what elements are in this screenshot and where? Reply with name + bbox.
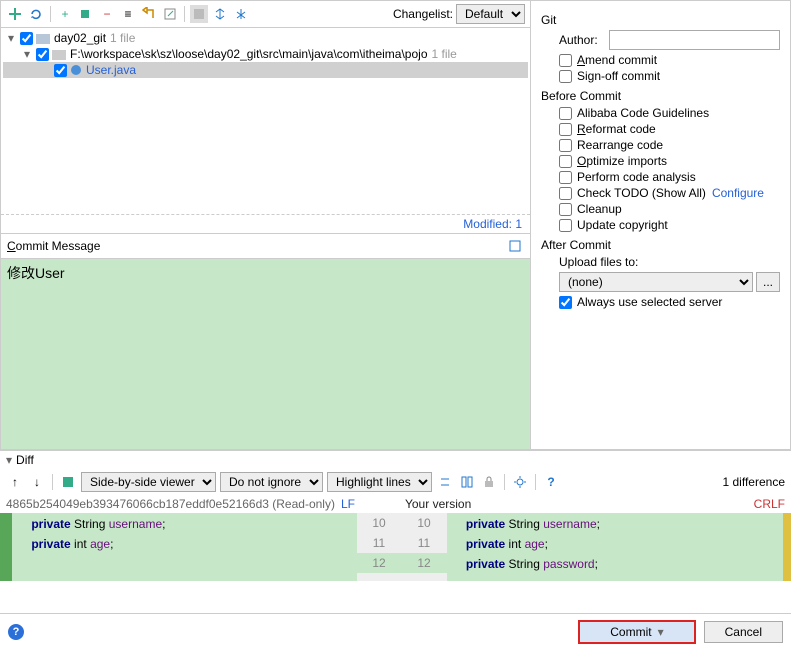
collapse-unchanged-icon[interactable]: [436, 473, 454, 491]
diff-icon[interactable]: [161, 5, 179, 23]
right-marker: [783, 513, 791, 581]
tree-root[interactable]: ▾ day02_git 1 file: [3, 30, 528, 46]
create-icon[interactable]: [6, 5, 24, 23]
always-server-checkbox[interactable]: [559, 296, 572, 309]
configure-link[interactable]: Configure: [712, 186, 764, 200]
diff-count: 1 difference: [723, 475, 786, 489]
ignore-select[interactable]: Do not ignore: [220, 472, 323, 492]
lf-badge: LF: [341, 497, 355, 511]
author-field[interactable]: [609, 30, 780, 50]
revert-icon[interactable]: [77, 5, 95, 23]
after-commit-section: After Commit: [541, 238, 780, 252]
history-icon[interactable]: [506, 237, 524, 255]
refresh-icon[interactable]: [27, 5, 45, 23]
left-gutter: 101112: [357, 513, 402, 581]
cleanup-checkbox[interactable]: [559, 203, 572, 216]
jump-source-icon[interactable]: [59, 473, 77, 491]
left-code-pane[interactable]: private String username; private int age…: [12, 513, 357, 581]
remove-icon[interactable]: −: [98, 5, 116, 23]
file-tree[interactable]: ▾ day02_git 1 file ▾ F:\workspace\sk\sz\…: [1, 28, 530, 214]
diff-label: Diff: [16, 453, 34, 467]
context-help-icon[interactable]: ?: [8, 624, 24, 640]
signoff-checkbox[interactable]: [559, 70, 572, 83]
upload-select[interactable]: (none): [559, 272, 753, 292]
commit-message-input[interactable]: 修改User: [1, 259, 530, 449]
tree-file[interactable]: User.java: [3, 62, 528, 78]
tree-checkbox[interactable]: [20, 32, 33, 45]
cancel-button[interactable]: Cancel: [704, 621, 783, 643]
right-gutter: 101112: [402, 513, 447, 581]
commit-message-label: Commit Message: [7, 239, 100, 253]
changelist-label: Changelist:: [393, 7, 453, 21]
move-icon[interactable]: ≡: [119, 5, 137, 23]
reformat-checkbox[interactable]: [559, 123, 572, 136]
amend-checkbox[interactable]: [559, 54, 572, 67]
group-icon[interactable]: [190, 5, 208, 23]
git-section: Git: [541, 13, 780, 27]
commit-button[interactable]: Commit▾: [578, 620, 695, 644]
help-icon[interactable]: ?: [542, 473, 560, 491]
upload-label: Upload files to:: [559, 255, 780, 269]
lock-icon[interactable]: [480, 473, 498, 491]
modified-count: Modified: 1: [1, 214, 530, 233]
your-version-label: Your version: [405, 497, 471, 511]
folder-icon: [52, 48, 66, 60]
alibaba-checkbox[interactable]: [559, 107, 572, 120]
diff-expand-icon[interactable]: ▾: [6, 453, 12, 467]
prev-diff-icon[interactable]: ↑: [6, 473, 24, 491]
file-toolbar: + − ≡ Changelist: Default: [1, 1, 530, 28]
revision-hash: 4865b254049eb393476066cb187eddf0e52166d3…: [6, 497, 335, 511]
sync-scroll-icon[interactable]: [458, 473, 476, 491]
copyright-checkbox[interactable]: [559, 219, 572, 232]
before-commit-section: Before Commit: [541, 89, 780, 103]
crlf-badge: CRLF: [754, 497, 785, 511]
author-label: Author:: [559, 33, 609, 47]
todo-checkbox[interactable]: [559, 187, 572, 200]
tree-checkbox[interactable]: [54, 64, 67, 77]
folder-icon: [36, 32, 50, 44]
java-file-icon: [70, 63, 82, 77]
upload-browse-button[interactable]: ...: [756, 272, 780, 292]
add-icon[interactable]: +: [56, 5, 74, 23]
highlight-select[interactable]: Highlight lines: [327, 472, 432, 492]
chevron-down-icon[interactable]: ▾: [658, 625, 664, 639]
diff-viewer: private String username; private int age…: [0, 513, 791, 581]
viewer-select[interactable]: Side-by-side viewer: [81, 472, 216, 492]
analysis-checkbox[interactable]: [559, 171, 572, 184]
rearrange-checkbox[interactable]: [559, 139, 572, 152]
collapse-icon[interactable]: [232, 5, 250, 23]
chevron-down-icon[interactable]: ▾: [21, 47, 33, 61]
rollback-icon[interactable]: [140, 5, 158, 23]
tree-folder[interactable]: ▾ F:\workspace\sk\sz\loose\day02_git\src…: [3, 46, 528, 62]
tree-checkbox[interactable]: [36, 48, 49, 61]
gear-icon[interactable]: [511, 473, 529, 491]
chevron-down-icon[interactable]: ▾: [5, 31, 17, 45]
expand-icon[interactable]: [211, 5, 229, 23]
right-code-pane[interactable]: private String username; private int age…: [447, 513, 791, 581]
next-diff-icon[interactable]: ↓: [28, 473, 46, 491]
changelist-select[interactable]: Default: [456, 4, 525, 24]
optimize-checkbox[interactable]: [559, 155, 572, 168]
left-marker: [0, 513, 12, 581]
